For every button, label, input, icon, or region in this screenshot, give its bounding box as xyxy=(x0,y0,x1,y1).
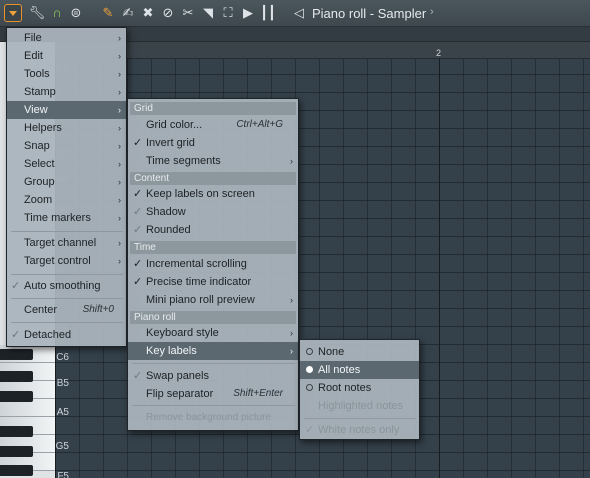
key-label: A5 xyxy=(56,407,69,418)
menu-item-target-control[interactable]: Target control › xyxy=(7,252,126,270)
zoom-icon[interactable]: ⛶ xyxy=(219,4,237,22)
menu-separator xyxy=(304,418,416,419)
menu-separator xyxy=(132,363,295,364)
black-key[interactable] xyxy=(0,391,33,402)
menu-item-mini-piano-roll-preview[interactable]: Mini piano roll preview › xyxy=(128,291,298,309)
menu-item-snap[interactable]: Snap › xyxy=(7,137,126,155)
menu-separator xyxy=(11,298,123,299)
delete-icon[interactable]: ✖ xyxy=(139,4,157,22)
check-icon: ✓ xyxy=(11,280,21,292)
magnet-icon[interactable]: ∩ xyxy=(48,4,66,22)
check-icon: ✓ xyxy=(133,258,143,270)
menu-item-precise-time-indicator[interactable]: ✓ Precise time indicator xyxy=(128,273,298,291)
menu-item-center[interactable]: Center Shift+0 xyxy=(7,301,126,319)
black-key[interactable] xyxy=(0,465,33,476)
menu-item-invert-grid[interactable]: ✓ Invert grid xyxy=(128,134,298,152)
check-icon: ✓ xyxy=(305,424,315,436)
black-key[interactable] xyxy=(0,371,33,382)
wrench-icon[interactable]: 🔧︎ xyxy=(28,4,46,22)
section-header-grid: Grid xyxy=(130,102,296,115)
timeline[interactable] xyxy=(55,42,590,59)
menu-item-root-notes[interactable]: Root notes xyxy=(300,379,419,397)
bar-marker: 2 xyxy=(436,48,442,58)
menu-item-flip-separator[interactable]: Flip separator Shift+Enter xyxy=(128,385,298,403)
radio-selected-icon xyxy=(306,366,313,373)
menu-item-shadow[interactable]: ✓ Shadow xyxy=(128,203,298,221)
paint-icon[interactable]: ✍ xyxy=(119,4,137,22)
menu-item-select[interactable]: Select › xyxy=(7,155,126,173)
key-label: B5 xyxy=(56,378,69,389)
section-header-piano-roll: Piano roll xyxy=(130,311,296,324)
section-header-time: Time xyxy=(130,241,296,254)
key-labels-submenu: None All notes Root notes Highlighted no… xyxy=(299,339,420,440)
menu-arrow-icon[interactable] xyxy=(4,4,22,22)
check-icon: ✓ xyxy=(133,276,143,288)
black-key[interactable] xyxy=(0,426,33,437)
view-submenu: Grid Grid color... Ctrl+Alt+G ✓ Invert gr… xyxy=(127,98,299,431)
menu-item-remove-background-picture: Remove background picture xyxy=(146,412,272,423)
menu-item-edit[interactable]: Edit › xyxy=(7,47,126,65)
check-icon: ✓ xyxy=(133,188,143,200)
menu-item-auto-smoothing[interactable]: ✓ Auto smoothing xyxy=(7,277,126,295)
menu-item-zoom[interactable]: Zoom › xyxy=(7,191,126,209)
window-title: Piano roll - Sampler xyxy=(312,6,427,21)
menu-item-none[interactable]: None xyxy=(300,343,419,361)
pencil-icon[interactable]: ✎ xyxy=(99,4,117,22)
menu-item-white-notes-only: ✓ White notes only xyxy=(300,421,419,439)
speaker-icon[interactable]: ◁ xyxy=(290,4,308,22)
menu-item-tools[interactable]: Tools › xyxy=(7,65,126,83)
menu-item-key-labels[interactable]: Key labels › xyxy=(128,342,298,360)
menu-separator xyxy=(11,231,123,232)
chevron-right-icon[interactable]: › xyxy=(430,6,434,18)
slice-icon[interactable]: ✂ xyxy=(179,4,197,22)
menu-item-time-segments[interactable]: Time segments › xyxy=(128,152,298,170)
check-icon: ✓ xyxy=(133,137,143,149)
check-icon: ✓ xyxy=(133,206,143,218)
menu-item-group[interactable]: Group › xyxy=(7,173,126,191)
menu-item-swap-panels[interactable]: ✓ Swap panels xyxy=(128,367,298,385)
menu-item-all-notes[interactable]: All notes xyxy=(300,361,419,379)
playback-icon[interactable]: ▶ xyxy=(239,4,257,22)
select-icon[interactable]: ◥ xyxy=(199,4,217,22)
menu-item-detached[interactable]: ✓ Detached xyxy=(7,326,126,344)
menu-item-incremental-scrolling[interactable]: ✓ Incremental scrolling xyxy=(128,255,298,273)
key-label: G5 xyxy=(55,441,69,452)
section-header-content: Content xyxy=(130,172,296,185)
menu-separator xyxy=(11,322,123,323)
check-icon: ✓ xyxy=(11,329,21,341)
menu-item-file[interactable]: File › xyxy=(7,29,126,47)
speaker-icon[interactable]: ┃┃ xyxy=(259,4,277,22)
menu-item-keep-labels[interactable]: ✓ Keep labels on screen xyxy=(128,185,298,203)
radio-icon xyxy=(306,348,313,355)
check-icon: ✓ xyxy=(133,370,143,382)
main-menu: File › Edit › Tools › Stamp › View › Helpers ›… xyxy=(6,27,127,347)
mute-icon[interactable]: ⊘ xyxy=(159,4,177,22)
menu-separator xyxy=(132,405,295,406)
menu-item-keyboard-style[interactable]: Keyboard style › xyxy=(128,324,298,342)
menu-item-view[interactable]: View › xyxy=(7,101,126,119)
toolbar: 🔧︎ ∩ ⊜ ✎ ✍ ✖ ⊘ ✂ ◥ ⛶ ▶ ┃┃ ◁ Piano roll -… xyxy=(0,0,590,27)
black-key[interactable] xyxy=(0,446,33,457)
menu-item-stamp[interactable]: Stamp › xyxy=(7,83,126,101)
menu-item-time-markers[interactable]: Time markers › xyxy=(7,209,126,227)
menu-separator xyxy=(11,274,123,275)
circle-menu-icon[interactable]: ⊜ xyxy=(67,4,85,22)
menu-item-target-channel[interactable]: Target channel › xyxy=(7,234,126,252)
menu-item-rounded[interactable]: ✓ Rounded xyxy=(128,221,298,239)
key-label: C6 xyxy=(56,352,69,363)
radio-icon xyxy=(306,384,313,391)
black-key[interactable] xyxy=(0,349,33,360)
key-label: F5 xyxy=(57,471,69,478)
menu-item-highlighted-notes: Highlighted notes xyxy=(318,400,404,412)
check-icon: ✓ xyxy=(133,224,143,236)
menu-item-grid-color[interactable]: Grid color... Ctrl+Alt+G xyxy=(128,116,298,134)
menu-item-helpers[interactable]: Helpers › xyxy=(7,119,126,137)
